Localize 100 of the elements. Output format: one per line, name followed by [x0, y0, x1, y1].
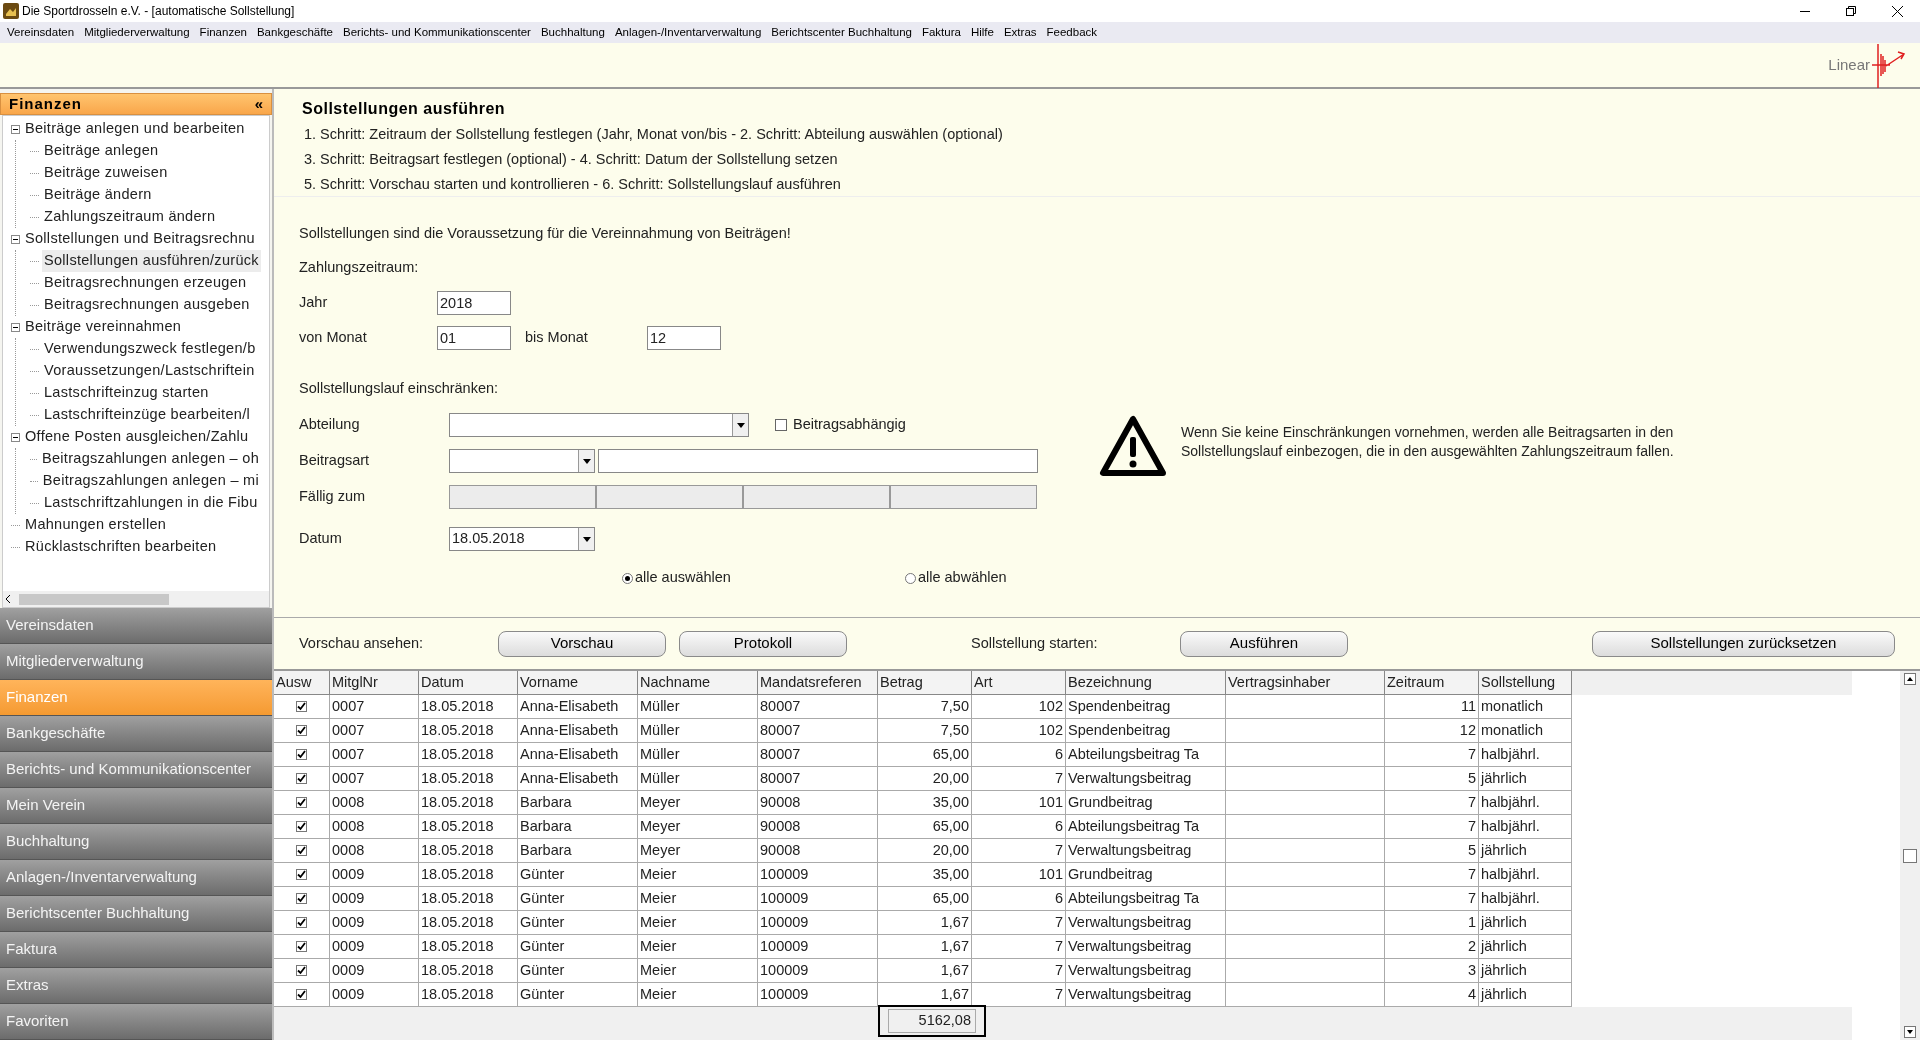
horizontal-scrollbar[interactable]	[3, 591, 269, 607]
column-header[interactable]: Art	[972, 671, 1066, 695]
tree-item[interactable]: Lastschriftzahlungen in die Fibu	[42, 492, 260, 514]
scroll-down-icon[interactable]	[1904, 1026, 1916, 1038]
tree-item[interactable]: Offene Posten ausgleichen/Zahlu	[23, 426, 251, 448]
tree-item[interactable]: Sollstellungen ausführen/zurück	[42, 250, 261, 272]
column-header[interactable]: Zeitraum	[1385, 671, 1479, 695]
row-checkbox[interactable]	[296, 821, 307, 832]
step-instruction: 1. Schritt: Zeitraum der Sollstellung festlegen (Jahr, Monat von/bis - 2. Schritt: Abteilung auswählen (optional)	[303, 125, 1004, 144]
collapse-icon[interactable]	[11, 124, 20, 134]
scroll-thumb[interactable]	[1903, 848, 1917, 863]
column-header[interactable]: Betrag	[878, 671, 972, 695]
tree-item[interactable]: Beiträge anlegen	[42, 140, 161, 162]
tree-item[interactable]: Verwendungszweck festlegen/b	[42, 338, 258, 360]
from-month-field[interactable]: 01	[437, 326, 511, 350]
tree-item[interactable]: Beiträge vereinnahmen	[23, 316, 184, 338]
row-checkbox[interactable]	[296, 797, 307, 808]
row-checkbox[interactable]	[296, 845, 307, 856]
tree-item[interactable]: Rücklastschriften bearbeiten	[23, 536, 219, 558]
menu-item[interactable]: Berichts- und Kommunikationscenter	[338, 23, 536, 42]
tree-item[interactable]: Beiträge ändern	[42, 184, 154, 206]
tree-item[interactable]: Voraussetzungen/Lastschriftein	[42, 360, 257, 382]
warning-icon	[1099, 415, 1167, 477]
checkbox-label: Beitragsabhängig	[793, 415, 906, 435]
intro-text: Sollstellungen sind die Voraussetzung für die Vereinnahmung von Beiträgen!	[299, 224, 792, 243]
tree-item[interactable]: Beitragsrechnungen ausgeben	[42, 294, 252, 316]
menu-item[interactable]: Bankgeschäfte	[251, 23, 338, 42]
column-header[interactable]: Vorname	[518, 671, 638, 695]
menu-item[interactable]: Feedback	[1041, 23, 1103, 42]
column-header[interactable]: Ausw	[274, 671, 330, 695]
tree-item[interactable]: Beitragsrechnungen erzeugen	[42, 272, 249, 294]
menu-item[interactable]: Hilfe	[965, 23, 999, 42]
menu-item[interactable]: Berichtscenter Buchhaltung	[766, 23, 917, 42]
column-header[interactable]: Nachname	[638, 671, 758, 695]
radio-button[interactable]	[622, 572, 633, 584]
step-instruction: 5. Schritt: Vorschau starten und kontrollieren - 6. Schritt: Sollstellungslauf ausführen	[303, 174, 842, 194]
scroll-left-icon[interactable]	[5, 595, 11, 603]
section-title: Sollstellungen ausführen	[302, 99, 507, 119]
year-field[interactable]: 2018	[437, 291, 511, 315]
tree-item[interactable]: Mahnungen erstellen	[23, 514, 169, 536]
menu-item[interactable]: Finanzen	[194, 23, 252, 42]
tree-item[interactable]: Lastschrifteinzug starten	[42, 382, 211, 404]
row-checkbox[interactable]	[296, 749, 307, 760]
field-label: Beitragsart	[299, 451, 371, 471]
section-label: Sollstellungslauf einschränken:	[299, 379, 500, 398]
menu-item[interactable]: Extras	[998, 23, 1042, 42]
preview-label: Vorschau ansehen:	[299, 633, 425, 653]
collapse-icon[interactable]	[11, 322, 20, 332]
tree-item[interactable]: Beitragszahlungen anlegen – oh	[40, 448, 261, 470]
step-instruction: 3. Schritt: Beitragsart festlegen (optional) - 4. Schritt: Datum der Sollstellung setzen	[303, 149, 839, 169]
tree-item[interactable]: Beitragszahlungen anlegen – mi	[40, 470, 261, 492]
date-dropdown[interactable]: 18.05.2018	[449, 527, 595, 551]
row-checkbox[interactable]	[296, 725, 307, 736]
to-month-field[interactable]: 12	[647, 326, 721, 350]
column-header[interactable]: Sollstellung	[1479, 671, 1572, 695]
field-label: bis Monat	[525, 328, 589, 348]
collapse-button[interactable]: «	[254, 92, 263, 116]
collapse-icon[interactable]	[11, 234, 20, 244]
start-label: Sollstellung starten:	[971, 633, 1099, 653]
menu-item[interactable]: Vereinsdaten	[2, 23, 80, 42]
column-header[interactable]: Datum	[419, 671, 518, 695]
row-checkbox[interactable]	[296, 701, 307, 712]
scroll-up-icon[interactable]	[1904, 673, 1916, 685]
action-button[interactable]: Sollstellungen zurücksetzen	[1592, 630, 1895, 657]
row-checkbox[interactable]	[296, 773, 307, 784]
column-header[interactable]: MitglNr	[330, 671, 419, 695]
column-header[interactable]: Mandatsreferen	[758, 671, 878, 695]
row-checkbox[interactable]	[296, 917, 307, 928]
radio-button[interactable]	[904, 572, 916, 584]
row-checkbox[interactable]	[296, 869, 307, 880]
checkbox[interactable]	[775, 419, 787, 431]
collapse-icon[interactable]	[11, 432, 20, 442]
column-header[interactable]: Bezeichnung	[1066, 671, 1226, 695]
menu-item[interactable]: Anlagen-/Inventarverwaltung	[609, 23, 767, 42]
tree-item[interactable]: Sollstellungen und Beitragsrechnu	[23, 228, 257, 250]
field-label: Fällig zum	[299, 487, 367, 507]
menu-item[interactable]: Buchhaltung	[535, 23, 610, 42]
vertical-scrollbar[interactable]	[1900, 671, 1920, 1040]
tree-item[interactable]: Beiträge anlegen und bearbeiten	[23, 118, 247, 140]
tree-item[interactable]: Lastschrifteinzüge bearbeiten/l	[42, 404, 252, 426]
menu-item[interactable]: Mitgliederverwaltung	[79, 23, 195, 42]
app-icon	[3, 3, 19, 19]
field-label: Jahr	[299, 293, 329, 313]
action-button[interactable]: Vorschau	[498, 630, 666, 657]
menu-item[interactable]: Faktura	[916, 23, 966, 42]
radio-label: alle abwählen	[917, 568, 1007, 588]
sidebar-title: Finanzen	[9, 93, 82, 114]
row-checkbox[interactable]	[296, 941, 307, 952]
linear-logo: Linear	[1828, 42, 1906, 88]
column-header[interactable]: Vertragsinhaber	[1226, 671, 1385, 695]
field-label: Datum	[299, 529, 343, 549]
row-checkbox[interactable]	[296, 965, 307, 976]
tree-item[interactable]: Beiträge zuweisen	[42, 162, 170, 184]
action-button[interactable]: Protokoll	[679, 630, 847, 657]
row-checkbox[interactable]	[296, 893, 307, 904]
action-button[interactable]: Ausführen	[1180, 630, 1348, 657]
total-amount: 5162,08	[888, 1009, 976, 1033]
fee-type-field[interactable]	[598, 449, 1038, 473]
row-checkbox[interactable]	[296, 989, 307, 1000]
tree-item[interactable]: Zahlungszeitraum ändern	[42, 206, 218, 228]
